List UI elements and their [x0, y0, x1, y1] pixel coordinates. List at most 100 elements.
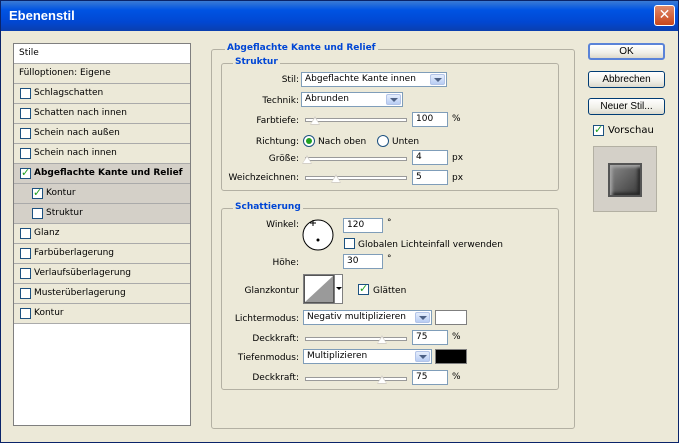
style-item-checkbox[interactable] [20, 88, 31, 99]
soften-label: Weichzeichnen: [228, 173, 299, 183]
structure-title: Struktur [233, 57, 280, 67]
style-item-checkbox[interactable] [20, 288, 31, 299]
styles-header[interactable]: Stile [14, 44, 190, 64]
highlight-mode-select[interactable]: Negativ multiplizieren [303, 310, 432, 325]
soften-input[interactable]: 5 [412, 170, 448, 185]
title-bar[interactable]: Ebenenstil ✕ [1, 1, 678, 31]
slider-thumb[interactable] [330, 174, 341, 183]
slider-thumb[interactable] [302, 155, 313, 164]
style-item-checkbox[interactable] [20, 308, 31, 319]
chevron-down-icon [386, 94, 401, 105]
bevel-emboss-title: Abgeflachte Kante und Relief [225, 43, 378, 53]
highlight-opacity-input[interactable]: 75 [412, 330, 448, 345]
technique-select-value: Abrunden [305, 94, 349, 104]
shadow-mode-select[interactable]: Multiplizieren [303, 349, 432, 364]
new-style-button[interactable]: Neuer Stil... [588, 98, 665, 115]
shadow-color-swatch[interactable] [435, 349, 467, 364]
gloss-contour-picker[interactable] [303, 274, 343, 304]
slider-thumb[interactable] [310, 116, 321, 125]
style-item[interactable]: Schein nach außen [14, 124, 190, 144]
shadow-opacity-slider[interactable] [305, 374, 407, 384]
style-item-checkbox[interactable] [20, 268, 31, 279]
style-item-label: Glanz [34, 228, 60, 238]
direction-down-radio[interactable] [377, 135, 389, 147]
blend-options-item[interactable]: Fülloptionen: Eigene [14, 64, 190, 84]
style-item-label: Farbüberlagerung [34, 248, 115, 258]
highlight-opacity-slider[interactable] [305, 334, 407, 344]
style-preview-box [593, 146, 657, 212]
technique-select[interactable]: Abrunden [301, 92, 403, 107]
altitude-input[interactable]: 30 [343, 254, 383, 269]
style-item-checkbox[interactable] [20, 166, 31, 179]
chevron-down-icon[interactable] [334, 275, 342, 303]
style-item-checkbox[interactable] [20, 248, 31, 259]
shading-title: Schattierung [233, 202, 303, 212]
ok-button[interactable]: OK [588, 43, 665, 60]
size-input[interactable]: 4 [412, 150, 448, 165]
depth-slider[interactable] [305, 115, 407, 125]
style-item-label: Kontur [34, 308, 64, 318]
style-item[interactable]: Abgeflachte Kante und Relief [14, 164, 190, 184]
style-item[interactable]: Glanz [14, 224, 190, 244]
style-item-label: Schlagschatten [34, 88, 104, 98]
style-item[interactable]: Farbüberlagerung [14, 244, 190, 264]
highlight-color-swatch[interactable] [435, 310, 467, 325]
slider-track [305, 157, 407, 161]
slider-thumb[interactable] [376, 375, 387, 384]
angle-dial[interactable] [301, 218, 335, 252]
antialias-label: Glätten [373, 286, 407, 296]
style-item[interactable]: Schatten nach innen [14, 104, 190, 124]
slider-track [305, 377, 407, 381]
style-item[interactable]: Verlaufsüberlagerung [14, 264, 190, 284]
soften-slider[interactable] [305, 173, 407, 183]
chevron-down-icon [430, 74, 445, 85]
style-item[interactable]: Struktur [14, 204, 190, 224]
close-icon[interactable]: ✕ [654, 5, 675, 26]
gloss-contour-label: Glanzkontur [244, 286, 299, 296]
style-item-checkbox[interactable] [32, 186, 43, 199]
direction-label: Richtung: [255, 137, 299, 147]
style-item[interactable]: Schlagschatten [14, 84, 190, 104]
slider-thumb[interactable] [376, 335, 387, 344]
antialias-checkbox[interactable] [358, 282, 369, 295]
direction-up-radio[interactable] [303, 135, 315, 147]
global-light-checkbox[interactable] [344, 238, 355, 249]
depth-label: Farbtiefe: [256, 116, 299, 126]
highlight-mode-label: Lichtermodus: [234, 314, 299, 324]
style-item[interactable]: Kontur [14, 184, 190, 204]
slider-track [305, 176, 407, 180]
style-item-checkbox[interactable] [20, 148, 31, 159]
angle-input[interactable]: 120 [343, 218, 383, 233]
style-item[interactable]: Musterüberlagerung [14, 284, 190, 304]
style-label: Stil: [281, 75, 299, 85]
style-item-checkbox[interactable] [32, 208, 43, 219]
window-title: Ebenenstil [9, 8, 75, 23]
contour-preview-icon [304, 275, 334, 303]
angle-unit: ° [387, 218, 392, 228]
global-light-label: Globalen Lichteinfall verwenden [358, 240, 503, 250]
cancel-button[interactable]: Abbrechen [588, 71, 665, 88]
size-slider[interactable] [302, 154, 407, 164]
slider-track [305, 118, 407, 122]
style-item-checkbox[interactable] [20, 108, 31, 119]
style-item-label: Schein nach innen [34, 148, 117, 158]
slider-track [305, 337, 407, 341]
styles-list: Stile Fülloptionen: Eigene Schlagschatte… [13, 43, 191, 426]
preview-label: Vorschau [608, 125, 654, 136]
size-unit: px [452, 153, 464, 163]
style-item-checkbox[interactable] [20, 128, 31, 139]
depth-input[interactable]: 100 [412, 112, 448, 127]
style-select[interactable]: Abgeflachte Kante innen [301, 72, 447, 87]
shadow-opacity-input[interactable]: 75 [412, 370, 448, 385]
altitude-unit: ° [387, 254, 392, 264]
preview-checkbox[interactable] [593, 123, 604, 136]
style-item[interactable]: Kontur [14, 304, 190, 324]
chevron-down-icon [415, 312, 430, 323]
style-item-label: Schatten nach innen [34, 108, 127, 118]
styles-header-label: Stile [19, 48, 39, 58]
style-item[interactable]: Schein nach innen [14, 144, 190, 164]
style-item-label: Kontur [46, 188, 76, 198]
shadow-mode-label: Tiefenmodus: [237, 353, 299, 363]
style-item-label: Schein nach außen [34, 128, 120, 138]
style-item-checkbox[interactable] [20, 228, 31, 239]
